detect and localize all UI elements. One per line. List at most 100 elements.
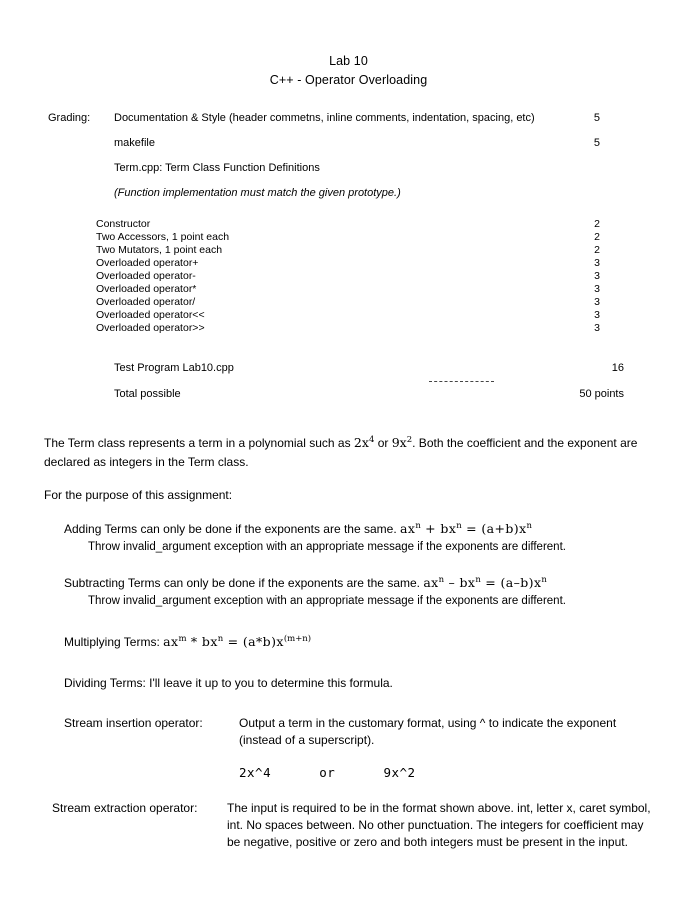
intro-text-part2: or — [374, 436, 392, 450]
subitem-points: 2 — [594, 244, 600, 256]
rule-adding-main: Adding Terms can only be done if the exp… — [64, 519, 654, 539]
list-item: Constructor 2 — [96, 218, 656, 231]
title-line-subject: C++ - Operator Overloading — [269, 73, 428, 87]
list-item: Overloaded operator* 3 — [96, 283, 656, 296]
grading-item-documentation: Documentation & Style (header commetns, … — [114, 112, 535, 124]
document-page: Lab 10 C++ - Operator Overloading Gradin… — [0, 0, 697, 902]
grading-item-makefile: makefile — [114, 137, 155, 149]
formula-term-b: bx — [201, 634, 218, 649]
subitem-points: 2 — [594, 231, 600, 243]
rule-adding-sub: Throw invalid_argument exception with an… — [88, 541, 566, 553]
rule-subtracting-main: Subtracting Terms can only be done if th… — [64, 573, 654, 593]
subitem-label: Constructor — [96, 218, 151, 230]
subitem-label: Overloaded operator- — [96, 270, 196, 282]
list-item: Overloaded operator<< 3 — [96, 309, 656, 322]
intro-text-part1: The Term class represents a term in a po… — [44, 436, 354, 450]
rule-multiplying-label: Multiplying Terms: — [64, 635, 164, 649]
subitem-label: Overloaded operator+ — [96, 257, 199, 269]
subitem-label: Overloaded operator* — [96, 283, 197, 295]
total-row-test-program: Test Program Lab10.cpp 16 — [114, 362, 624, 388]
total-label: Total possible — [114, 388, 181, 400]
rule-subtracting-sub: Throw invalid_argument exception with an… — [88, 595, 566, 607]
formula-result-exp: n — [541, 574, 547, 585]
formula-result-exp: n — [526, 520, 533, 531]
formula-term-b: bx — [459, 575, 476, 590]
title-line-lab: Lab 10 — [329, 54, 368, 68]
formula-operator: * — [186, 634, 202, 649]
grading-points-makefile: 5 — [593, 137, 600, 149]
document-title-block: Lab 10 C++ - Operator Overloading — [0, 52, 697, 90]
list-item: Overloaded operator/ 3 — [96, 296, 656, 309]
grading-label: Grading: — [48, 112, 91, 124]
section-stream-extraction: Stream extraction operator: The input is… — [52, 800, 654, 851]
subitem-points: 2 — [594, 218, 600, 230]
grading-totals: Test Program Lab10.cpp 16 Total possible… — [114, 362, 624, 414]
formula-term-a: ax — [400, 521, 416, 536]
subitem-points: 3 — [594, 309, 600, 321]
grading-section: Grading: Documentation & Style (header c… — [48, 112, 648, 212]
subitem-label: Two Mutators, 1 point each — [96, 244, 223, 256]
formula-subtracting: axn – bxn = (a–b)xn — [423, 575, 547, 590]
formula-result: (a–b)x — [500, 575, 542, 590]
formula-operator: – — [444, 575, 460, 590]
grading-subitem-list: Constructor 2 Two Accessors, 1 point eac… — [96, 218, 656, 335]
paragraph-term-class-intro: The Term class represents a term in a po… — [44, 433, 654, 472]
list-item: Two Accessors, 1 point each 2 — [96, 231, 656, 244]
grading-row: Term.cpp: Term Class Function Definition… — [48, 162, 648, 187]
document-body: The Term class represents a term in a po… — [44, 433, 654, 855]
formula-equals: = — [480, 575, 501, 590]
formula-adding: axn + bxn = (a+b)xn — [400, 521, 532, 536]
rule-block-multiplying: Multiplying Terms: axm * bxn = (a*b)x(m+… — [64, 632, 654, 652]
subitem-points: 3 — [594, 283, 600, 295]
section-stream-insertion: Stream insertion operator: Output a term… — [64, 715, 654, 780]
rule-adding-text: Adding Terms can only be done if the exp… — [64, 522, 400, 536]
grading-row: (Function implementation must match the … — [48, 187, 648, 212]
list-item: Overloaded operator>> 3 — [96, 322, 656, 335]
list-item: Overloaded operator+ 3 — [96, 257, 656, 270]
formula-term-a-exp: m — [178, 633, 187, 644]
formula-multiplying: axm * bxn = (a*b)x(m+n) — [163, 634, 311, 649]
total-value: 50 points — [579, 388, 624, 400]
total-row-total-possible: Total possible 50 points — [114, 388, 624, 414]
paragraph-purpose-heading: For the purpose of this assignment: — [44, 488, 233, 502]
subitem-label: Overloaded operator/ — [96, 296, 196, 308]
subitem-label: Overloaded operator<< — [96, 309, 205, 321]
totals-divider-line — [429, 381, 494, 382]
stream-extraction-label: Stream extraction operator: — [52, 801, 198, 815]
rule-block-subtracting: Subtracting Terms can only be done if th… — [64, 573, 654, 610]
grading-row: Grading: Documentation & Style (header c… — [48, 112, 648, 137]
list-item: Overloaded operator- 3 — [96, 270, 656, 283]
formula-term-a: ax — [163, 634, 179, 649]
formula-operator: + — [420, 521, 441, 536]
rule-multiplying-main: Multiplying Terms: axm * bxn = (a*b)x(m+… — [64, 632, 654, 652]
subitem-points: 3 — [594, 322, 600, 334]
grading-item-termcpp: Term.cpp: Term Class Function Definition… — [114, 162, 320, 174]
list-item: Two Mutators, 1 point each 2 — [96, 244, 656, 257]
math-base: 9x — [391, 435, 407, 450]
subitem-points: 3 — [594, 296, 600, 308]
rule-block-adding: Adding Terms can only be done if the exp… — [64, 519, 654, 556]
formula-term-a: ax — [423, 575, 439, 590]
total-value: 16 — [611, 362, 624, 374]
subitem-points: 3 — [594, 270, 600, 282]
subitem-label: Two Accessors, 1 point each — [96, 231, 230, 243]
inline-math-2x4: 2x4 — [354, 435, 374, 450]
stream-extraction-description: The input is required to be in the forma… — [227, 801, 651, 849]
formula-equals: = — [461, 521, 482, 536]
grading-points-documentation: 5 — [593, 112, 600, 124]
formula-result: (a+b)x — [481, 521, 527, 536]
formula-result: (a*b)x — [242, 634, 284, 649]
math-base: 2x — [353, 435, 369, 450]
total-label: Test Program Lab10.cpp — [114, 362, 234, 374]
grading-note-prototype: (Function implementation must match the … — [114, 187, 401, 199]
subitem-points: 3 — [594, 257, 600, 269]
rule-block-dividing: Dividing Terms: I'll leave it up to you … — [64, 674, 654, 693]
grading-row: makefile 5 — [48, 137, 648, 162]
subitem-label: Overloaded operator>> — [96, 322, 205, 334]
stream-insertion-label: Stream insertion operator: — [64, 716, 203, 730]
